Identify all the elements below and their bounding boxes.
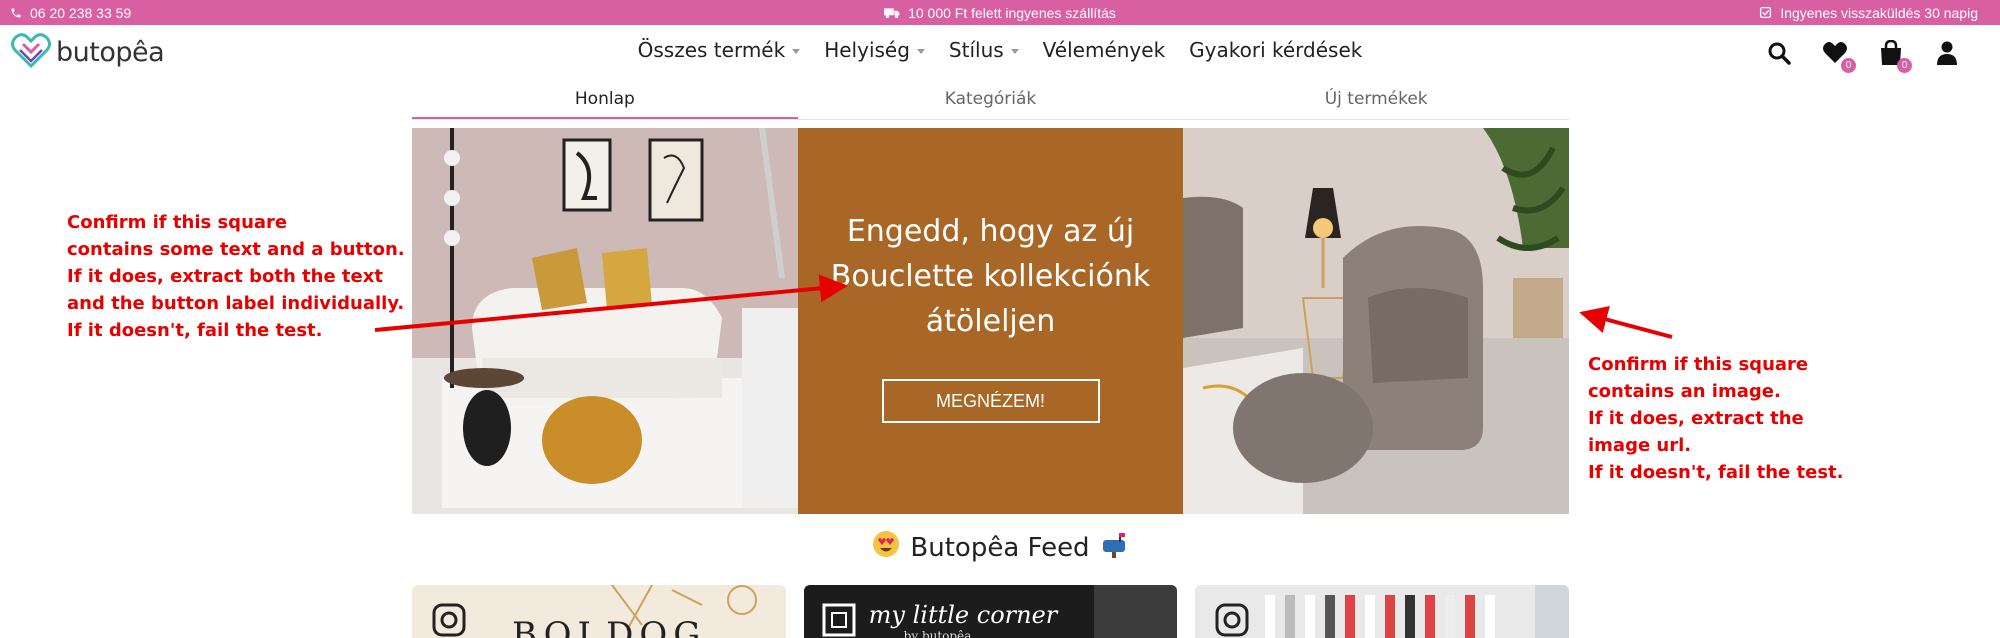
chevron-down-icon bbox=[792, 48, 801, 54]
hero-image-right[interactable] bbox=[1183, 128, 1569, 514]
annotation-line: and the button label individually. bbox=[67, 293, 405, 314]
hero-text-panel: Engedd, hogy az új Bouclette kollekciónk… bbox=[798, 128, 1183, 514]
tab-home[interactable]: Honlap bbox=[412, 84, 798, 119]
search-icon[interactable] bbox=[1766, 40, 1792, 66]
top-bar: 06 20 238 33 59 10 000 Ft felett ingyene… bbox=[0, 0, 2000, 25]
heart-eyes-emoji-icon bbox=[872, 530, 900, 565]
annotation-line: If it does, extract the bbox=[1588, 408, 1804, 429]
annotation-line: Confirm if this square bbox=[1588, 354, 1809, 375]
hero-image-left[interactable] bbox=[412, 128, 798, 514]
annotation-line: contains an image. bbox=[1588, 381, 1781, 402]
tab-categories[interactable]: Kategóriák bbox=[798, 84, 1184, 119]
cart-count-badge: 0 bbox=[1897, 58, 1912, 73]
hero-banner: Engedd, hogy az új Bouclette kollekciónk… bbox=[412, 128, 1569, 514]
home-tabs: Honlap Kategóriák Új termékek bbox=[412, 84, 1569, 120]
feed-card-text: my little corner bbox=[868, 601, 1058, 629]
annotation-line: contains some text and a button. bbox=[67, 239, 405, 260]
nav-label: Vélemények bbox=[1042, 38, 1166, 62]
returns-info: Ingyenes visszaküldés 30 napig bbox=[1759, 0, 1978, 25]
annotation-right: Confirm if this square contains an image… bbox=[1588, 351, 1948, 486]
header-icons: 0 0 bbox=[1766, 40, 1960, 73]
nav-label: Összes termék bbox=[637, 38, 786, 62]
nav-item-faq[interactable]: Gyakori kérdések bbox=[1189, 38, 1362, 62]
feed-card-image bbox=[1215, 585, 1570, 638]
living-room-photo-left bbox=[412, 128, 798, 514]
shopping-bag-icon[interactable]: 0 bbox=[1878, 40, 1912, 73]
truck-icon bbox=[884, 7, 900, 19]
feed-card-text: BOLDOG bbox=[512, 615, 707, 638]
living-room-photo-right bbox=[1183, 128, 1569, 514]
arrow-to-image-panel bbox=[1579, 305, 1673, 339]
hero-cta-button[interactable]: MEGNÉZEM! bbox=[881, 379, 1100, 423]
nav-item-style[interactable]: Stílus bbox=[949, 38, 1019, 62]
annotation-left: Confirm if this square contains some tex… bbox=[67, 209, 407, 344]
annotation-line: If it does, extract both the text bbox=[67, 266, 383, 287]
nav-item-all-products[interactable]: Összes termék bbox=[638, 38, 801, 62]
nav-item-reviews[interactable]: Vélemények bbox=[1043, 38, 1165, 62]
returns-text: Ingyenes visszaküldés 30 napig bbox=[1780, 4, 1978, 21]
chevron-down-icon bbox=[916, 48, 925, 54]
feed-heading: Butopêa Feed bbox=[0, 530, 2000, 565]
nav-label: Stílus bbox=[948, 38, 1004, 62]
hero-heading: Engedd, hogy az új Bouclette kollekciónk… bbox=[830, 214, 1151, 339]
feed-title-text: Butopêa Feed bbox=[910, 532, 1090, 563]
annotation-line: image url. bbox=[1588, 435, 1692, 456]
wishlist-count-badge: 0 bbox=[1841, 58, 1856, 73]
feed-card[interactable] bbox=[1195, 585, 1570, 638]
nav-label: Gyakori kérdések bbox=[1189, 38, 1363, 62]
check-square-icon bbox=[1759, 6, 1772, 19]
nav-item-room[interactable]: Helyiség bbox=[824, 38, 925, 62]
annotation-line: Confirm if this square bbox=[67, 212, 288, 233]
feed-card[interactable]: BOLDOG bbox=[412, 585, 786, 638]
feed-card-subtext: by butopêa bbox=[903, 629, 972, 638]
feed-cards: BOLDOG my little corner by butopêa bbox=[412, 585, 1570, 638]
tab-new-products[interactable]: Új termékek bbox=[1183, 84, 1569, 119]
heart-icon[interactable]: 0 bbox=[1822, 40, 1856, 73]
user-icon[interactable] bbox=[1934, 40, 1960, 66]
shipping-info: 10 000 Ft felett ingyenes szállítás bbox=[0, 0, 2000, 25]
feed-card[interactable]: my little corner by butopêa bbox=[803, 585, 1178, 638]
annotation-line: If it doesn't, fail the test. bbox=[67, 320, 323, 341]
nav-label: Helyiség bbox=[824, 38, 910, 62]
mailbox-emoji-icon bbox=[1100, 530, 1128, 565]
chevron-down-icon bbox=[1010, 48, 1019, 54]
shipping-text: 10 000 Ft felett ingyenes szállítás bbox=[908, 4, 1116, 21]
main-nav: Összes termék Helyiség Stílus Vélemények… bbox=[0, 38, 2000, 62]
annotation-line: If it doesn't, fail the test. bbox=[1588, 462, 1844, 483]
